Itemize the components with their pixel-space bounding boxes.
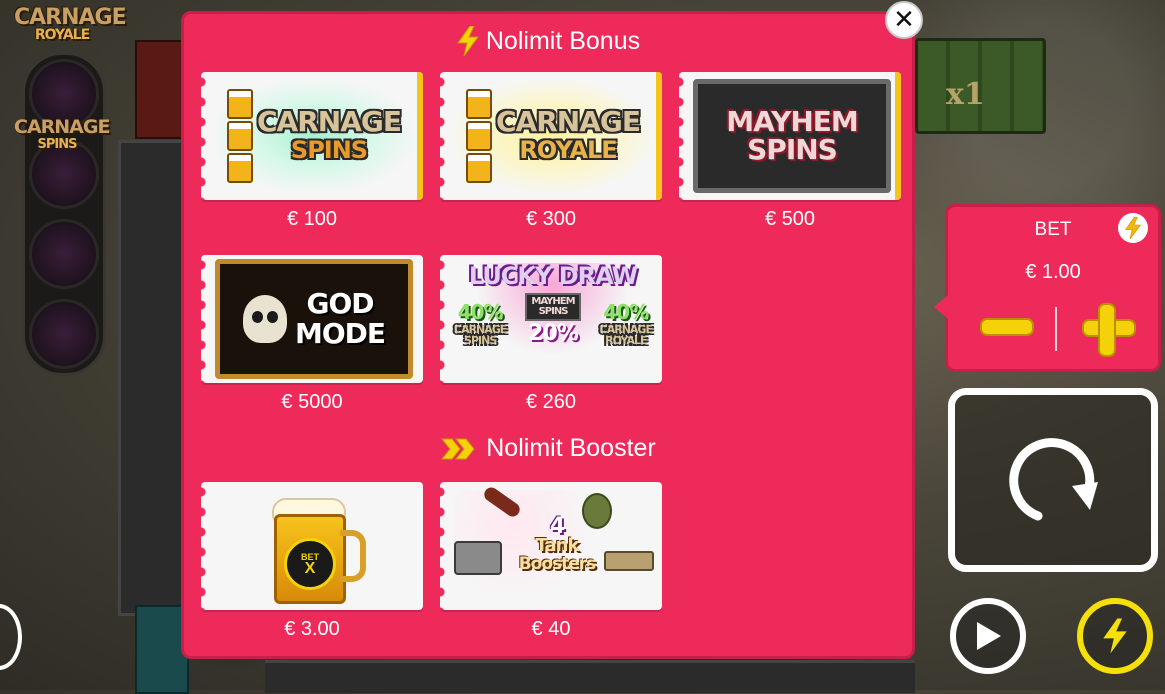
bonus-card-god-mode[interactable]: GOD MODE <box>201 255 423 383</box>
game-logo: CARNAGE ROYALE <box>14 7 127 43</box>
decrease-bet-button[interactable] <box>978 307 1036 347</box>
bonus-card-carnage-royale[interactable]: CARNAGE ROYALE <box>440 72 662 200</box>
bonus-card-carnage-spins[interactable]: CARNAGE SPINS <box>201 72 423 200</box>
card-title-line2: MODE <box>294 317 386 350</box>
logo-line2: ROYALE <box>34 27 90 43</box>
tank-boosters-art: 4 Tank Boosters <box>454 484 654 602</box>
card-title-line1: CARNAGE <box>257 105 402 138</box>
price-tank-boosters: € 40 <box>531 618 571 640</box>
price-mayhem-spins: € 500 <box>764 208 816 230</box>
bet-bonus-button[interactable] <box>1118 213 1148 243</box>
beer-mugs-icon <box>227 88 253 184</box>
mayhem-spins-art: MAYHEM SPINS <box>693 79 891 193</box>
crate-multiplier: x1 <box>946 77 985 112</box>
quick-spin-button[interactable] <box>1077 598 1153 674</box>
close-icon: ✕ <box>893 5 915 35</box>
bonus-slot <box>29 299 99 369</box>
lucky-draw-left-label2: SPINS <box>464 334 497 347</box>
tank-count: 4 <box>549 514 565 539</box>
bet-panel: BET € 1.00 <box>934 204 1161 372</box>
lightning-bolt-icon <box>1124 217 1142 239</box>
card-title-line2: SPINS <box>747 133 838 166</box>
lightning-bolt-icon <box>1103 618 1127 654</box>
tank-line1: Tank <box>535 535 580 556</box>
lucky-draw-pct-left: 40% <box>457 300 504 324</box>
bet-badge-x: X <box>304 560 316 577</box>
bonus-slot <box>29 219 99 289</box>
card-title-line2: ROYALE <box>519 136 617 164</box>
play-icon <box>977 622 1001 650</box>
bonus-section-title: Nolimit Bonus <box>485 26 641 55</box>
price-bet-x-booster: € 3.00 <box>284 618 340 640</box>
bonus-card-mayhem-spins[interactable]: MAYHEM SPINS <box>679 72 901 200</box>
buy-feature-modal: Nolimit Bonus CARNAGE SPINS € 100 CARNAG… <box>181 11 915 659</box>
card-title-line1: GOD <box>306 287 374 320</box>
double-chevron-icon <box>441 438 475 459</box>
price-carnage-spins: € 100 <box>286 208 338 230</box>
skull-icon <box>242 295 287 343</box>
autoplay-button[interactable] <box>950 598 1026 674</box>
beer-mug-bet-art: BET X <box>215 490 413 604</box>
close-modal-button[interactable]: ✕ <box>885 1 923 39</box>
minus-icon <box>980 318 1034 336</box>
price-carnage-royale: € 300 <box>525 208 577 230</box>
god-mode-art: GOD MODE <box>215 259 413 379</box>
slot-logo-line1: CARNAGE <box>14 116 110 138</box>
lucky-draw-pct-right: 40% <box>603 300 649 324</box>
slot-logo: CARNAGE SPINS <box>14 118 110 154</box>
booster-section-title: Nolimit Booster <box>486 434 656 462</box>
booster-card-tank-boosters[interactable]: 4 Tank Boosters <box>440 482 662 610</box>
booster-section-header: Nolimit Booster <box>184 434 912 463</box>
booster-card-bet-x[interactable]: BET X <box>201 482 423 610</box>
card-title-line1: MAYHEM <box>726 105 859 138</box>
multiplier-crate: x1 <box>915 38 1046 134</box>
drill-icon <box>454 541 502 575</box>
lucky-draw-center-label2: SPINS <box>538 306 569 317</box>
increase-bet-button[interactable] <box>1078 299 1136 357</box>
price-lucky-draw: € 260 <box>525 391 577 413</box>
reel-bottom-strip <box>265 660 915 693</box>
bonus-card-lucky-draw[interactable]: LUCKY DRAW 40% CARNAGE SPINS MAYHEM SPIN… <box>440 255 662 383</box>
bonus-section-header: Nolimit Bonus <box>184 26 912 56</box>
tank-line2: Boosters <box>518 554 597 574</box>
bet-value: € 1.00 <box>1025 261 1081 283</box>
pistol-icon <box>604 551 654 571</box>
slot-logo-line2: SPINS <box>37 137 78 152</box>
carnage-spins-art: CARNAGE SPINS <box>215 80 413 192</box>
price-god-mode: € 5000 <box>281 391 343 413</box>
lucky-draw-art: LUCKY DRAW 40% CARNAGE SPINS MAYHEM SPIN… <box>454 262 653 375</box>
bet-divider <box>1055 307 1057 351</box>
beer-mugs-icon <box>466 88 492 184</box>
spin-button[interactable] <box>948 388 1158 572</box>
spin-arrow-icon <box>1009 438 1098 521</box>
bonus-slot-column <box>22 52 106 376</box>
lucky-draw-title: LUCKY DRAW <box>468 262 638 290</box>
beer-mug-icon: BET X <box>264 490 366 604</box>
carnage-royale-art: CARNAGE ROYALE <box>454 80 652 192</box>
lightning-bolt-icon <box>456 26 479 56</box>
lucky-draw-right-label2: ROYALE <box>605 334 647 347</box>
card-title-line2: SPINS <box>290 136 368 164</box>
card-title-line1: CARNAGE <box>496 105 641 138</box>
rocket-icon <box>481 484 523 520</box>
lucky-draw-pct-center: 20% <box>528 321 579 346</box>
